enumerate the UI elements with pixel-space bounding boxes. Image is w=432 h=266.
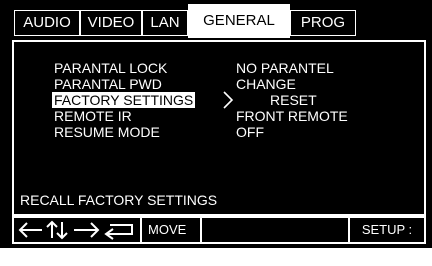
setting-label-parantal-pwd[interactable]: PARANTAL PWD	[54, 76, 162, 92]
chevron-right-icon	[223, 91, 234, 109]
setting-label-remote-ir[interactable]: REMOTE IR	[54, 108, 132, 124]
setting-value-resume-mode: OFF	[236, 124, 264, 140]
help-text: RECALL FACTORY SETTINGS	[20, 192, 218, 208]
settings-panel: PARANTAL LOCK NO PARANTEL PARANTAL PWD C…	[12, 40, 426, 216]
right-arrow-icon	[74, 222, 100, 238]
tab-lan[interactable]: LAN	[142, 10, 188, 36]
move-label: MOVE	[142, 218, 202, 242]
setting-value-remote-ir: FRONT REMOTE	[236, 108, 348, 124]
setting-value-factory-settings[interactable]: RESET	[270, 92, 317, 108]
tab-audio[interactable]: AUDIO	[14, 10, 80, 36]
setting-value-parantal-lock: NO PARANTEL	[236, 60, 334, 76]
tab-bar: AUDIO VIDEO LAN GENERAL PROG	[0, 0, 432, 40]
left-arrow-icon	[18, 222, 42, 238]
setup-screen: AUDIO VIDEO LAN GENERAL PROG PARANTAL LO…	[0, 0, 432, 261]
tab-prog[interactable]: PROG	[290, 10, 356, 36]
setting-label-parantal-lock[interactable]: PARANTAL LOCK	[54, 60, 167, 76]
tab-general[interactable]: GENERAL	[188, 4, 290, 38]
setting-value-parantal-pwd: CHANGE	[236, 76, 296, 92]
up-down-arrow-icon	[46, 220, 68, 240]
setup-exit-label[interactable]: SETUP : Exit	[348, 218, 424, 261]
setting-label-resume-mode[interactable]: RESUME MODE	[54, 124, 160, 140]
bottom-bar: MOVE SETUP : Exit	[12, 216, 426, 261]
arrow-keys-icon	[18, 220, 133, 240]
tab-video[interactable]: VIDEO	[80, 10, 142, 36]
setting-label-factory-settings[interactable]: FACTORY SETTINGS	[52, 92, 196, 108]
navigation-arrows	[14, 218, 142, 242]
enter-arrow-icon	[104, 224, 133, 240]
